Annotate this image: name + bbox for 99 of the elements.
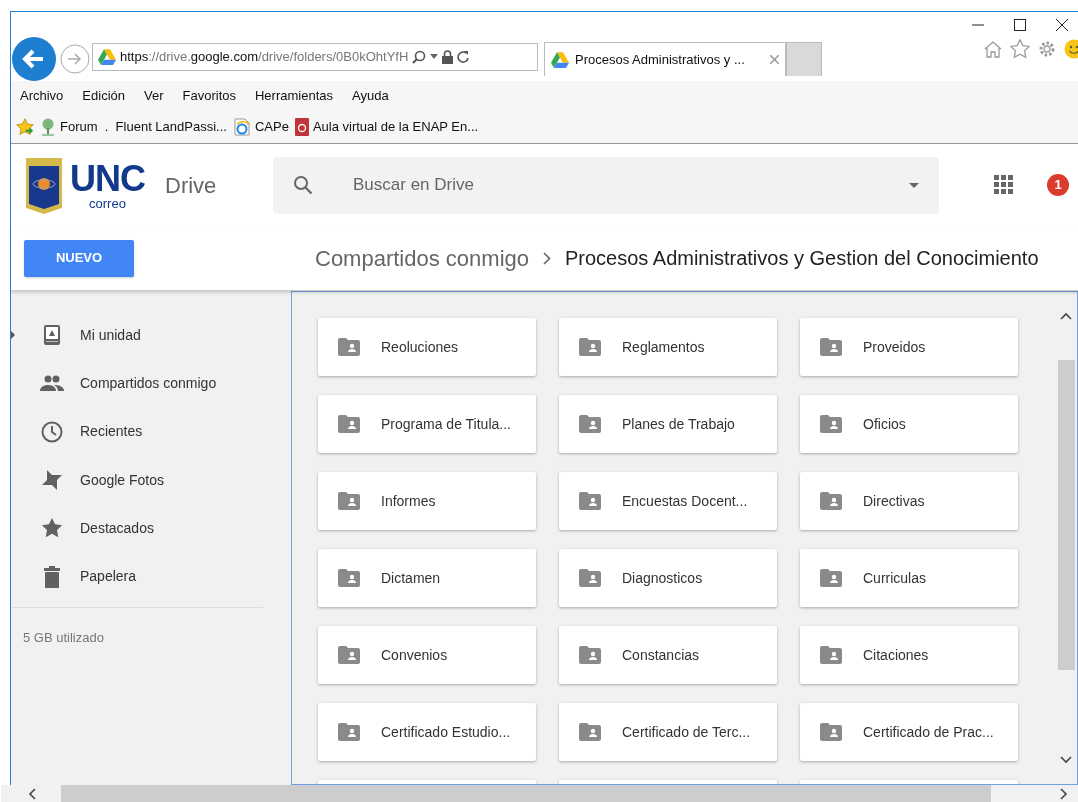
folder-card[interactable]: Curriculas (800, 549, 1018, 607)
shared-folder-icon (338, 415, 360, 433)
sidebar-item[interactable]: Google Fotos (11, 455, 291, 505)
lock-icon (442, 50, 454, 64)
scroll-down-icon[interactable] (1060, 756, 1072, 764)
document-icon (232, 118, 251, 136)
shared-folder-icon (579, 646, 601, 664)
apps-grid-icon[interactable] (994, 175, 1014, 195)
menu-item[interactable]: Archivo (20, 86, 64, 106)
sidebar-item[interactable]: Mi unidad (11, 311, 291, 360)
home-icon[interactable] (984, 40, 1002, 58)
shared-folder-icon (820, 492, 842, 510)
folder-card[interactable]: Citaciones (800, 626, 1018, 684)
breadcrumb-item[interactable]: Compartidos conmigo (315, 241, 529, 275)
star-icon[interactable] (1010, 39, 1030, 59)
back-icon[interactable] (12, 37, 56, 81)
sidebar-item[interactable]: Recientes (11, 407, 291, 456)
shared-folder-icon (820, 723, 842, 741)
star-icon (40, 517, 63, 540)
notification-badge[interactable]: 1 (1047, 174, 1069, 196)
clock-icon (40, 420, 63, 443)
menu-item[interactable]: Ayuda (352, 86, 389, 106)
favorite-link[interactable]: CAPe (232, 117, 289, 137)
folder-card[interactable]: Constancias (559, 626, 777, 684)
shared-folder-icon (820, 338, 842, 356)
scrollbar-thumb[interactable] (61, 785, 991, 802)
shared-folder-icon (820, 646, 842, 664)
folder-card[interactable]: Diagnosticos (559, 549, 777, 607)
folder-card[interactable]: Certificado Estudio... (318, 703, 536, 761)
menu-item[interactable]: Ver (144, 86, 164, 106)
sidebar-item[interactable]: Destacados (11, 504, 291, 553)
logo-text: UNC (70, 160, 145, 197)
search-field[interactable]: Buscar en Drive (353, 172, 909, 198)
storage-usage: 5 GB utilizado (23, 628, 105, 647)
folder-card[interactable]: Reoluciones (318, 318, 536, 376)
shared-folder-icon (338, 569, 360, 587)
scroll-left-icon[interactable] (28, 787, 36, 800)
scroll-right-icon[interactable] (1060, 787, 1068, 800)
address-bar[interactable]: https://drive.google.com/drive/folders/0B0kOhtYfH (92, 43, 538, 71)
crest-icon (24, 156, 64, 214)
scrollbar-thumb[interactable] (1057, 360, 1075, 670)
folder-card[interactable]: Informes (318, 472, 536, 530)
search-icon (293, 175, 313, 195)
people-icon (39, 375, 64, 392)
folder-card[interactable]: Certificado de Terc... (559, 703, 777, 761)
drive-icon (42, 324, 61, 347)
favorites-star-icon[interactable] (16, 118, 34, 136)
refresh-icon[interactable] (457, 50, 471, 64)
search-icon[interactable] (412, 50, 427, 64)
folder-card[interactable]: Directivas (800, 472, 1018, 530)
shared-folder-icon (338, 492, 360, 510)
drive-logo-icon (98, 49, 116, 65)
chevron-right-icon (543, 251, 551, 265)
favorite-link[interactable]: Forum . Fluent LandPassi... (40, 117, 227, 137)
folder-card[interactable]: Dictamen (318, 549, 536, 607)
product-name: Drive (165, 171, 217, 200)
smiley-icon[interactable] (1064, 39, 1078, 59)
dropdown-caret-icon[interactable] (909, 182, 919, 188)
shared-folder-icon (579, 723, 601, 741)
folder-card[interactable]: Planes de Trabajo (559, 395, 777, 453)
folder-card[interactable]: Convenios (318, 626, 536, 684)
shared-folder-icon (579, 415, 601, 433)
menu-item[interactable]: Favoritos (182, 86, 236, 106)
new-button[interactable]: NUEVO (24, 239, 134, 277)
shared-folder-icon (820, 569, 842, 587)
pinwheel-icon (40, 469, 63, 492)
browser-tab[interactable]: Procesos Administrativos y ... (544, 42, 786, 76)
close-icon[interactable] (1056, 18, 1068, 31)
folder-card[interactable]: Encuestas Docent... (559, 472, 777, 530)
tree-icon (40, 118, 56, 136)
logo-subtitle: correo (89, 196, 126, 210)
favorite-link[interactable]: Aula virtual de la ENAP En... (294, 117, 479, 137)
folder-card[interactable]: Oficios (800, 395, 1018, 453)
shared-folder-icon (820, 415, 842, 433)
menu-item[interactable]: Herramientas (255, 86, 333, 106)
folder-card[interactable]: Proveidos (800, 318, 1018, 376)
scroll-up-icon[interactable] (1060, 312, 1072, 320)
dropdown-caret-icon[interactable] (430, 54, 439, 60)
shared-folder-icon (338, 338, 360, 356)
book-icon (294, 118, 309, 136)
search-bar[interactable]: Buscar en Drive (273, 156, 939, 214)
shared-folder-icon (338, 646, 360, 664)
drive-logo-icon (551, 51, 569, 68)
shared-folder-icon (579, 338, 601, 356)
folder-card[interactable]: Reglamentos (559, 318, 777, 376)
folder-card[interactable]: Programa de Titula... (318, 395, 536, 453)
expand-arrow-icon[interactable] (11, 331, 15, 340)
sidebar-item[interactable]: Papelera (11, 552, 291, 601)
menu-item[interactable]: Edición (82, 86, 125, 106)
breadcrumb-item[interactable]: Procesos Administrativos y Gestion del Conocimiento (565, 243, 1039, 273)
settings-icon[interactable] (1038, 40, 1056, 58)
shared-folder-icon (338, 723, 360, 741)
url-text: https://drive.google.com/drive/folders/0B0kOhtYfH (120, 48, 409, 67)
maximize-icon[interactable] (1014, 18, 1026, 31)
shared-folder-icon (579, 492, 601, 510)
shared-folder-icon (579, 569, 601, 587)
sidebar-item[interactable]: Compartidos conmigo (11, 359, 291, 408)
trash-icon (43, 565, 60, 588)
folder-card[interactable]: Certificado de Prac... (800, 703, 1018, 761)
